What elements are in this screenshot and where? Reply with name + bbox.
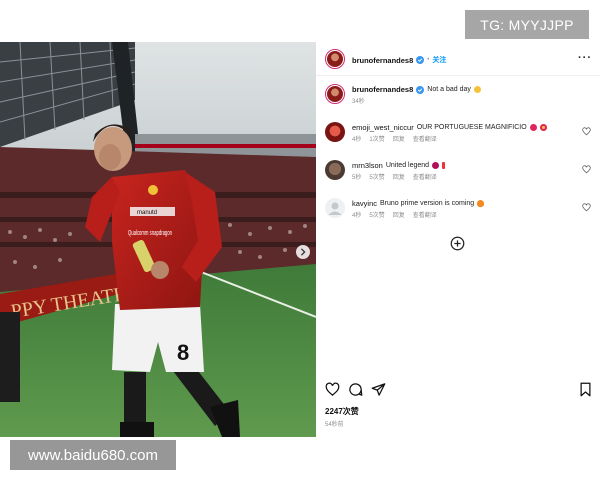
more-horizontal-icon[interactable]: ··· (578, 52, 592, 64)
reply-button[interactable]: 回复 (393, 172, 405, 181)
comment-avatar[interactable] (325, 122, 345, 142)
comment-username[interactable]: kavyinc (352, 199, 377, 208)
caption-time: 34秒 (352, 99, 365, 105)
stadium-photo: PPY THEATRE OF 8 manutd Qualcomm snapdra… (0, 42, 316, 437)
caption-username[interactable]: brunofernandes8 (352, 85, 413, 94)
translate-button[interactable]: 查看翻译 (413, 172, 437, 181)
next-photo-button[interactable] (296, 245, 310, 259)
comment-like-heart-icon[interactable] (582, 203, 591, 212)
caption-text: Not a bad day (427, 86, 471, 93)
send-icon[interactable] (371, 382, 386, 397)
post-photo[interactable]: PPY THEATRE OF 8 manutd Qualcomm snapdra… (0, 42, 316, 437)
instagram-post: PPY THEATRE OF 8 manutd Qualcomm snapdra… (0, 42, 600, 437)
author-avatar[interactable] (325, 49, 345, 69)
comment-time: 4秒 (352, 213, 362, 219)
shirt-brand: manutd (137, 210, 157, 216)
bookmark-icon[interactable] (578, 382, 593, 397)
comment-time: 4秒 (352, 137, 362, 143)
verified-badge-icon (416, 85, 425, 94)
reply-button[interactable]: 回复 (393, 134, 405, 143)
comment-likes[interactable]: 5次赞 (369, 210, 384, 219)
verified-badge-icon (416, 56, 425, 64)
translate-button[interactable]: 查看翻译 (413, 210, 437, 219)
heart-icon[interactable] (325, 382, 340, 397)
post-time: 54秒前 (325, 422, 344, 428)
red-heart-emoji (432, 162, 440, 169)
heart-eyes-emoji (539, 124, 547, 131)
chevron-right-icon (300, 248, 306, 256)
comment-likes[interactable]: 5次赞 (369, 172, 384, 181)
action-bar (316, 382, 600, 402)
caption: brunofernandes8 Not a bad day 34秒 (316, 82, 600, 110)
shirt-sponsor: Qualcomm snapdragon (128, 230, 172, 237)
plus-circle-icon[interactable] (450, 236, 465, 251)
follow-button[interactable]: 关注 (432, 55, 446, 65)
caption-avatar[interactable] (325, 84, 345, 104)
comment-time: 5秒 (352, 175, 362, 181)
watermark-top-right: TG: MYYJJPP (465, 10, 589, 39)
comment-username[interactable]: emoji_west_niccur (352, 123, 414, 132)
watermark-bottom-left: www.baidu680.com (10, 440, 176, 470)
header-separator: • (427, 57, 430, 63)
comment-item: kavyinc Bruno prime version is coming 4秒… (316, 196, 600, 224)
comment-icon[interactable] (348, 382, 363, 397)
red-heart-emoji (529, 124, 537, 131)
post-side-panel: brunofernandes8 • 关注 ··· brunofernandes8… (316, 42, 600, 437)
comment-avatar[interactable] (325, 198, 345, 218)
comment-text: OUR PORTUGUESE MAGNIFICIO (416, 124, 527, 131)
comment-username[interactable]: mrn3lson (352, 161, 383, 170)
smiling-face-emoji (473, 86, 481, 93)
likes-count[interactable]: 2247次赞 (325, 406, 359, 417)
author-username[interactable]: brunofernandes8 (352, 56, 413, 65)
comment-like-heart-icon[interactable] (582, 165, 591, 174)
default-avatar-icon (328, 202, 342, 215)
shorts-number: 8 (177, 340, 189, 365)
post-header: brunofernandes8 • 关注 ··· (316, 42, 600, 76)
comment-text: United legend (385, 162, 430, 169)
exclamation-emoji (442, 162, 446, 169)
translate-button[interactable]: 查看翻译 (413, 134, 437, 143)
comment-like-heart-icon[interactable] (582, 127, 591, 136)
comment-avatar[interactable] (325, 160, 345, 180)
comment-likes[interactable]: 1次赞 (369, 134, 384, 143)
comment-item: emoji_west_niccur OUR PORTUGUESE MAGNIFI… (316, 120, 600, 148)
reply-button[interactable]: 回复 (393, 210, 405, 219)
comment-item: mrn3lson United legend 5秒 5次赞 回复 查看翻译 (316, 158, 600, 186)
comment-text: Bruno prime version is coming (380, 200, 475, 207)
fire-emoji (477, 200, 485, 207)
